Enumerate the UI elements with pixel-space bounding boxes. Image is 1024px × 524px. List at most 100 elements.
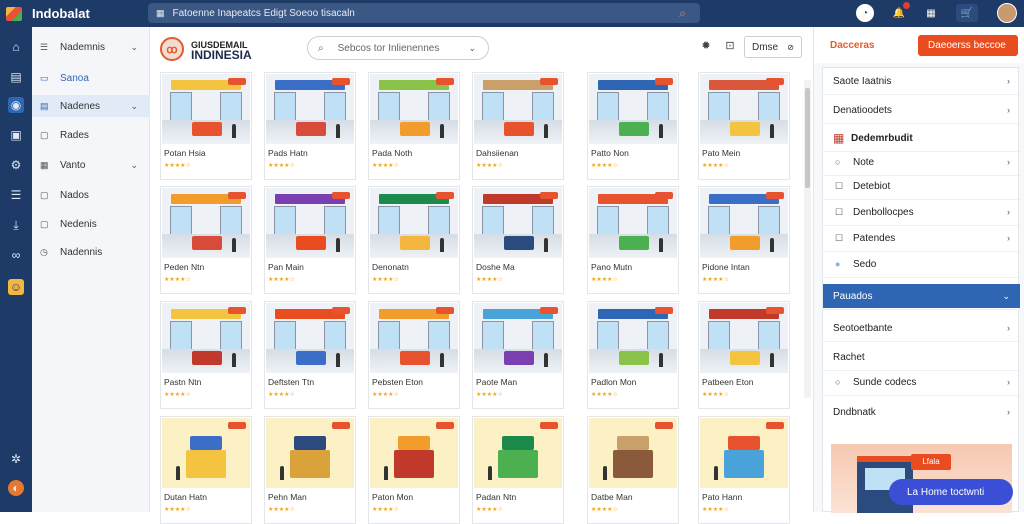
filter-row[interactable]: ● Sedo xyxy=(823,252,1020,276)
nav-item-3[interactable]: ▢ Rades xyxy=(32,124,150,146)
product-thumbnail[interactable] xyxy=(266,188,354,258)
filter-row[interactable]: ☐ Detebiot xyxy=(823,174,1020,198)
download-icon[interactable]: ⤓ xyxy=(8,217,24,233)
product-name[interactable]: Patto Non xyxy=(591,148,629,158)
filter-row[interactable]: Denatioodets › xyxy=(823,98,1020,122)
link-icon[interactable]: ∞ xyxy=(8,247,24,263)
checkbox-icon[interactable]: ☐ xyxy=(835,233,845,244)
nav-item-4[interactable]: ▦ Vanto ⌄ xyxy=(32,154,150,176)
search-icon[interactable]: ⌕ xyxy=(679,6,686,21)
avatar[interactable] xyxy=(997,3,1017,23)
gear-icon[interactable]: ✲ xyxy=(8,451,24,467)
product-card[interactable]: Denonatn ★★★★☆ xyxy=(368,186,460,294)
time-icon[interactable]: ◔ xyxy=(856,4,874,22)
product-thumbnail[interactable] xyxy=(700,418,788,488)
product-card[interactable]: Paote Man ★★★★☆ xyxy=(472,301,564,409)
chart-icon[interactable]: ▤ xyxy=(8,69,24,85)
product-card[interactable]: Peden Ntn ★★★★☆ xyxy=(160,186,252,294)
chat-button[interactable]: La Home toctwnti xyxy=(889,479,1013,505)
bell-icon[interactable]: 🔔 xyxy=(890,2,910,22)
radio-icon[interactable]: ○ xyxy=(835,157,845,167)
filter-row[interactable]: Rachet xyxy=(823,345,1020,369)
product-card[interactable]: Pada Noth ★★★★☆ xyxy=(368,72,460,180)
product-name[interactable]: Pidone Intan xyxy=(702,262,750,272)
primary-cta-button[interactable]: Daeoerss beccoe xyxy=(918,35,1018,56)
product-name[interactable]: Deftsten Ttn xyxy=(268,377,314,387)
table-icon[interactable]: ☰ xyxy=(8,187,24,203)
nav-item-6[interactable]: ▢ Nedenis xyxy=(32,213,150,235)
product-name[interactable]: Pastn Ntn xyxy=(164,377,201,387)
grid-scrollbar[interactable] xyxy=(804,80,811,398)
product-card[interactable]: Patbeen Eton ★★★★☆ xyxy=(698,301,790,409)
nav-item-0[interactable]: ☰ Nademnis ⌄ xyxy=(32,36,150,58)
product-card[interactable]: Patto Non ★★★★☆ xyxy=(587,72,679,180)
settings-icon[interactable]: ✹ xyxy=(699,39,713,55)
product-card[interactable]: Padan Ntn ★★★★☆ xyxy=(472,416,564,524)
product-name[interactable]: Pads Hatn xyxy=(268,148,308,158)
product-card[interactable]: Padlon Mon ★★★★☆ xyxy=(587,301,679,409)
shop-icon[interactable]: 🛒 xyxy=(956,4,978,22)
product-card[interactable]: Pads Hatn ★★★★☆ xyxy=(264,72,356,180)
filter-row[interactable]: ☐ Patendes › xyxy=(823,226,1020,250)
product-name[interactable]: Potan Hsia xyxy=(164,148,206,158)
scrollbar-thumb[interactable] xyxy=(805,88,810,188)
product-thumbnail[interactable] xyxy=(370,418,458,488)
product-name[interactable]: Pan Main xyxy=(268,262,304,272)
home-icon[interactable]: ⌂ xyxy=(8,39,24,55)
product-name[interactable]: Pano Mutn xyxy=(591,262,632,272)
product-thumbnail[interactable] xyxy=(162,303,250,373)
product-name[interactable]: Dahsiienan xyxy=(476,148,519,158)
product-card[interactable]: Pato Mein ★★★★☆ xyxy=(698,72,790,180)
product-card[interactable]: Pato Hann ★★★★☆ xyxy=(698,416,790,524)
product-card[interactable]: Doshe Ma ★★★★☆ xyxy=(472,186,564,294)
product-thumbnail[interactable] xyxy=(589,74,677,144)
nav-item-1[interactable]: ▭ Sanoa xyxy=(32,67,150,89)
product-thumbnail[interactable] xyxy=(370,74,458,144)
product-name[interactable]: Paton Mon xyxy=(372,492,413,502)
checkbox-icon[interactable]: ☐ xyxy=(835,207,845,218)
product-name[interactable]: Pebsten Eton xyxy=(372,377,423,387)
calendar-icon[interactable]: ⊡ xyxy=(723,39,737,55)
product-thumbnail[interactable] xyxy=(162,418,250,488)
product-card[interactable]: Pastn Ntn ★★★★☆ xyxy=(160,301,252,409)
product-thumbnail[interactable] xyxy=(589,303,677,373)
product-card[interactable]: Datbe Man ★★★★☆ xyxy=(587,416,679,524)
nav-item-5[interactable]: ▢ Nados xyxy=(32,184,150,206)
product-thumbnail[interactable] xyxy=(700,188,788,258)
product-name[interactable]: Pehn Man xyxy=(268,492,307,502)
product-name[interactable]: Paote Man xyxy=(476,377,517,387)
product-card[interactable]: Pano Mutn ★★★★☆ xyxy=(587,186,679,294)
product-thumbnail[interactable] xyxy=(700,303,788,373)
product-name[interactable]: Patbeen Eton xyxy=(702,377,754,387)
product-name[interactable]: Pato Hann xyxy=(702,492,742,502)
product-name[interactable]: Doshe Ma xyxy=(476,262,515,272)
product-thumbnail[interactable] xyxy=(474,303,562,373)
product-thumbnail[interactable] xyxy=(266,303,354,373)
product-thumbnail[interactable] xyxy=(162,188,250,258)
app-logo[interactable] xyxy=(0,0,28,27)
radio-icon[interactable]: ○ xyxy=(835,377,845,387)
product-thumbnail[interactable] xyxy=(266,418,354,488)
product-thumbnail[interactable] xyxy=(266,74,354,144)
chevron-down-icon[interactable]: ⌄ xyxy=(468,43,476,54)
product-name[interactable]: Padlon Mon xyxy=(591,377,636,387)
filter-row[interactable]: ○ Sunde codecs › xyxy=(823,370,1020,394)
filter-row[interactable]: Dndbnatk › xyxy=(823,400,1020,424)
product-thumbnail[interactable] xyxy=(162,74,250,144)
filter-row[interactable]: Saote Iaatnis › xyxy=(823,69,1020,93)
product-card[interactable]: Pebsten Eton ★★★★☆ xyxy=(368,301,460,409)
product-thumbnail[interactable] xyxy=(370,188,458,258)
filter-row[interactable]: ○ Note › xyxy=(823,150,1020,174)
product-thumbnail[interactable] xyxy=(474,418,562,488)
product-card[interactable]: Pan Main ★★★★☆ xyxy=(264,186,356,294)
user-icon[interactable]: ☺ xyxy=(8,279,24,295)
product-name[interactable]: Pato Mein xyxy=(702,148,740,158)
product-name[interactable]: Peden Ntn xyxy=(164,262,204,272)
settings-icon[interactable]: ⚙ xyxy=(8,157,24,173)
nav-item-2[interactable]: ▤ Nadenes ⌄ xyxy=(32,95,150,117)
product-name[interactable]: Pada Noth xyxy=(372,148,412,158)
profile-icon[interactable]: ◐ xyxy=(8,480,24,496)
product-card[interactable]: Pehn Man ★★★★☆ xyxy=(264,416,356,524)
product-thumbnail[interactable] xyxy=(474,74,562,144)
product-card[interactable]: Deftsten Ttn ★★★★☆ xyxy=(264,301,356,409)
